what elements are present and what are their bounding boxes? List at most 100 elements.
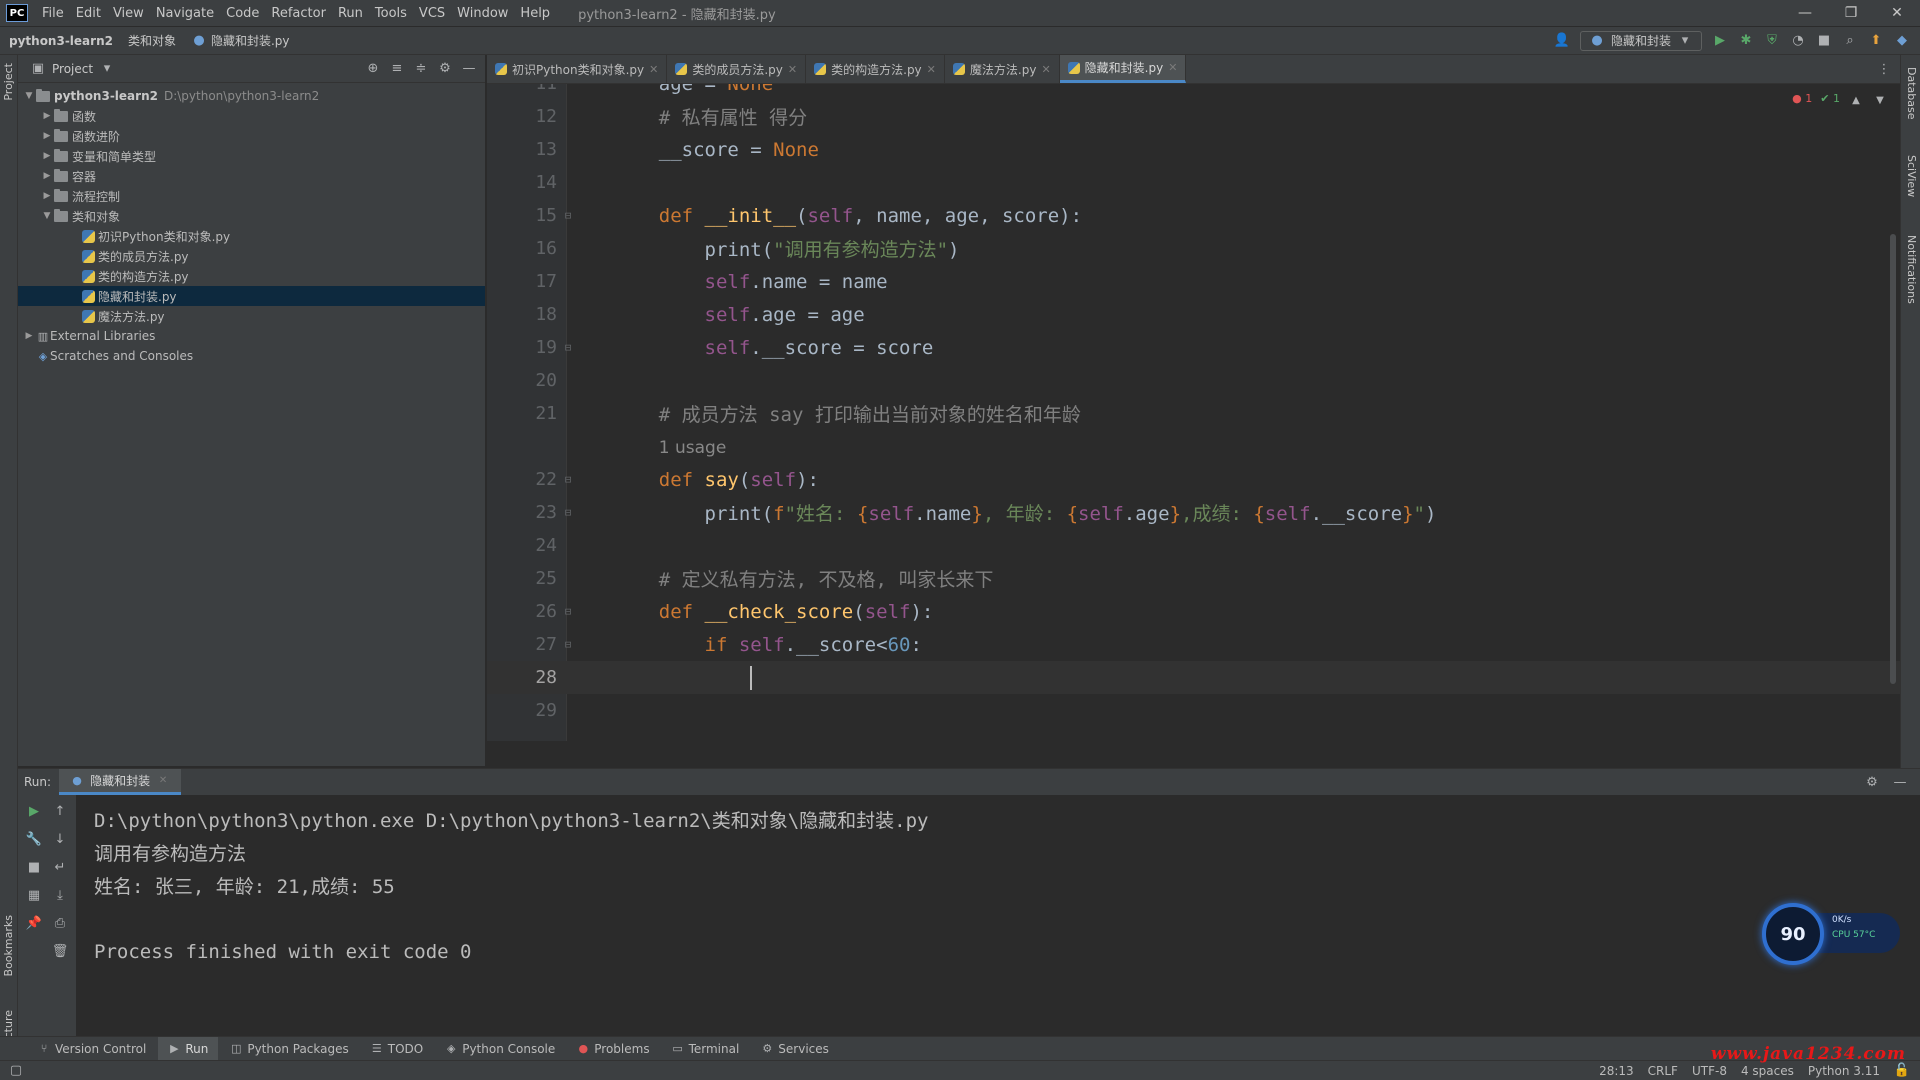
tool-services[interactable]: ⚙ Services — [751, 1037, 839, 1061]
tab-file-active[interactable]: 隐藏和封装.py ✕ — [1059, 55, 1187, 83]
console-output[interactable]: D:\python\python3\python.exe D:\python\p… — [94, 803, 1920, 1036]
code-line[interactable]: 24 — [487, 529, 1900, 562]
tree-folder[interactable]: ▶ 流程控制 — [18, 186, 485, 206]
tree-file[interactable]: 类的成员方法.py — [18, 246, 485, 266]
fold-marker-icon[interactable]: ⊟ — [557, 605, 579, 618]
indent-setting[interactable]: 4 spaces — [1741, 1064, 1794, 1078]
tool-terminal[interactable]: ▭ Terminal — [662, 1037, 750, 1061]
close-icon[interactable]: ✕ — [1041, 63, 1050, 76]
code-line[interactable]: 14 — [487, 166, 1900, 199]
menu-refactor[interactable]: Refactor — [265, 6, 332, 21]
chevron-down-icon[interactable]: ▼ — [1872, 92, 1888, 108]
menu-tools[interactable]: Tools — [369, 6, 413, 21]
tool-run[interactable]: ▶ Run — [158, 1036, 219, 1061]
notifications-tool-button[interactable]: Notifications — [1905, 235, 1918, 304]
close-icon[interactable]: ✕ — [1168, 61, 1177, 74]
close-icon[interactable]: ✕ — [927, 63, 936, 76]
jetbrains-logo-icon[interactable]: ◆ — [1894, 33, 1910, 49]
code-editor[interactable]: 11 age = None12 # 私有属性 得分13 __score = No… — [487, 84, 1900, 741]
tree-folder-open[interactable]: ▼ 类和对象 — [18, 206, 485, 226]
breadcrumb-folder[interactable]: 类和对象 — [119, 32, 182, 49]
breadcrumb-project[interactable]: python3-learn2 — [0, 34, 119, 48]
hide-icon[interactable]: — — [1892, 774, 1908, 790]
debug-icon[interactable]: ✱ — [1738, 33, 1754, 49]
tool-todo[interactable]: ☰ TODO — [361, 1037, 433, 1061]
tree-folder[interactable]: ▶ 容器 — [18, 166, 485, 186]
close-icon[interactable]: ✕ — [788, 63, 797, 76]
code-line[interactable]: 11 age = None — [487, 84, 1900, 100]
tool-python-packages[interactable]: ◫ Python Packages — [220, 1037, 358, 1061]
tool-version-control[interactable]: ⑂ Version Control — [28, 1037, 156, 1061]
tool-problems[interactable]: ● Problems — [567, 1037, 659, 1061]
profile-icon[interactable]: ◔ — [1790, 33, 1806, 49]
code-line[interactable]: 13 __score = None — [487, 133, 1900, 166]
coverage-icon[interactable]: ⛨ — [1764, 33, 1780, 49]
fold-marker-icon[interactable]: ⊟ — [557, 341, 579, 354]
locate-icon[interactable]: ⊕ — [365, 61, 381, 77]
code-line[interactable]: 25 # 定义私有方法, 不及格, 叫家长来下 — [487, 562, 1900, 595]
tree-folder[interactable]: ▶ 函数进阶 — [18, 126, 485, 146]
tree-root[interactable]: ▼ python3-learn2 D:\python\python3-learn… — [18, 86, 485, 106]
tab-file[interactable]: 类的成员方法.py ✕ — [667, 55, 807, 83]
chevron-down-icon[interactable]: ▾ — [99, 61, 115, 77]
tab-file[interactable]: 类的构造方法.py ✕ — [806, 55, 945, 83]
tree-file[interactable]: 魔法方法.py — [18, 306, 485, 326]
code-line[interactable]: 27 ⊟ if self.__score<60: — [487, 628, 1900, 661]
expand-all-icon[interactable]: ≡ — [389, 61, 405, 77]
search-icon[interactable]: ⌕ — [1842, 33, 1858, 49]
menu-run[interactable]: Run — [332, 6, 369, 21]
code-line[interactable]: 12 # 私有属性 得分 — [487, 100, 1900, 133]
code-line[interactable]: 26 ⊟ def __check_score(self): — [487, 595, 1900, 628]
more-tabs-icon[interactable]: ⋮ — [1876, 61, 1892, 77]
system-monitor-widget[interactable]: 0K/s CPU 57°C 90 — [1762, 903, 1902, 965]
line-separator[interactable]: CRLF — [1648, 1064, 1678, 1078]
editor-scrollbar[interactable] — [1890, 234, 1896, 684]
wrench-icon[interactable]: 🔧 — [26, 831, 42, 847]
tree-folder[interactable]: ▶ 变量和简单类型 — [18, 146, 485, 166]
trash-icon[interactable]: 🗑 — [52, 943, 69, 959]
bookmarks-tool-button[interactable]: Bookmarks — [2, 915, 15, 976]
code-line[interactable]: 20 — [487, 364, 1900, 397]
menu-code[interactable]: Code — [220, 6, 265, 21]
restore-button[interactable]: ❐ — [1828, 5, 1874, 21]
code-line[interactable]: 21 # 成员方法 say 打印输出当前对象的姓名和年龄 — [487, 397, 1900, 430]
fold-marker-icon[interactable]: ⊟ — [557, 638, 579, 651]
tree-scratches[interactable]: ◈ Scratches and Consoles — [18, 346, 485, 366]
update-icon[interactable]: ⬆ — [1868, 33, 1884, 49]
code-line[interactable]: 17 self.name = name — [487, 265, 1900, 298]
tree-external-libraries[interactable]: ▶ ▥ External Libraries — [18, 326, 485, 346]
tool-python-console[interactable]: ◈ Python Console — [435, 1037, 565, 1061]
code-line[interactable]: 23 ⊟ print(f"姓名: {self.name}, 年龄: {self.a… — [487, 496, 1900, 529]
tree-file[interactable]: 类的构造方法.py — [18, 266, 485, 286]
stop-icon[interactable]: ■ — [1816, 33, 1832, 49]
menu-window[interactable]: Window — [451, 6, 514, 21]
chevron-up-icon[interactable]: ▲ — [1848, 92, 1864, 108]
tree-folder[interactable]: ▶ 函数 — [18, 106, 485, 126]
menu-navigate[interactable]: Navigate — [150, 6, 220, 21]
tab-file[interactable]: 初识Python类和对象.py ✕ — [487, 55, 668, 83]
close-icon[interactable]: ✕ — [649, 63, 658, 76]
file-encoding[interactable]: UTF-8 — [1692, 1064, 1727, 1078]
tab-file[interactable]: 魔法方法.py ✕ — [945, 55, 1060, 83]
hide-icon[interactable]: — — [461, 61, 477, 77]
fold-marker-icon[interactable]: ⊟ — [557, 209, 579, 222]
interpreter[interactable]: Python 3.11 — [1808, 1064, 1880, 1078]
usage-hint[interactable]: 1 usage — [659, 438, 727, 458]
code-line[interactable]: 16 print("调用有参构造方法") — [487, 232, 1900, 265]
soft-wrap-icon[interactable]: ↵ — [52, 859, 68, 875]
menu-vcs[interactable]: VCS — [413, 6, 451, 21]
menu-help[interactable]: Help — [514, 6, 556, 21]
run-config-selector[interactable]: ● 隐藏和封装 ▾ — [1579, 30, 1702, 51]
tree-file-selected[interactable]: 隐藏和封装.py — [18, 286, 485, 306]
close-window-button[interactable]: ✕ — [1874, 5, 1920, 21]
minimize-button[interactable]: — — [1782, 5, 1828, 21]
arrow-up-icon[interactable]: ↑ — [52, 803, 68, 819]
breadcrumb-file[interactable]: ● 隐藏和封装.py — [182, 32, 296, 49]
project-panel-title[interactable]: Project — [52, 62, 93, 76]
code-line[interactable]: 15 ⊟ def __init__(self, name, age, score)… — [487, 199, 1900, 232]
layout-icon[interactable]: ▦ — [26, 887, 42, 903]
tree-file[interactable]: 初识Python类和对象.py — [18, 226, 485, 246]
scroll-to-end-icon[interactable]: ⤓ — [52, 887, 68, 903]
database-tool-button[interactable]: Database — [1905, 67, 1918, 120]
code-line[interactable]: 29 — [487, 694, 1900, 727]
